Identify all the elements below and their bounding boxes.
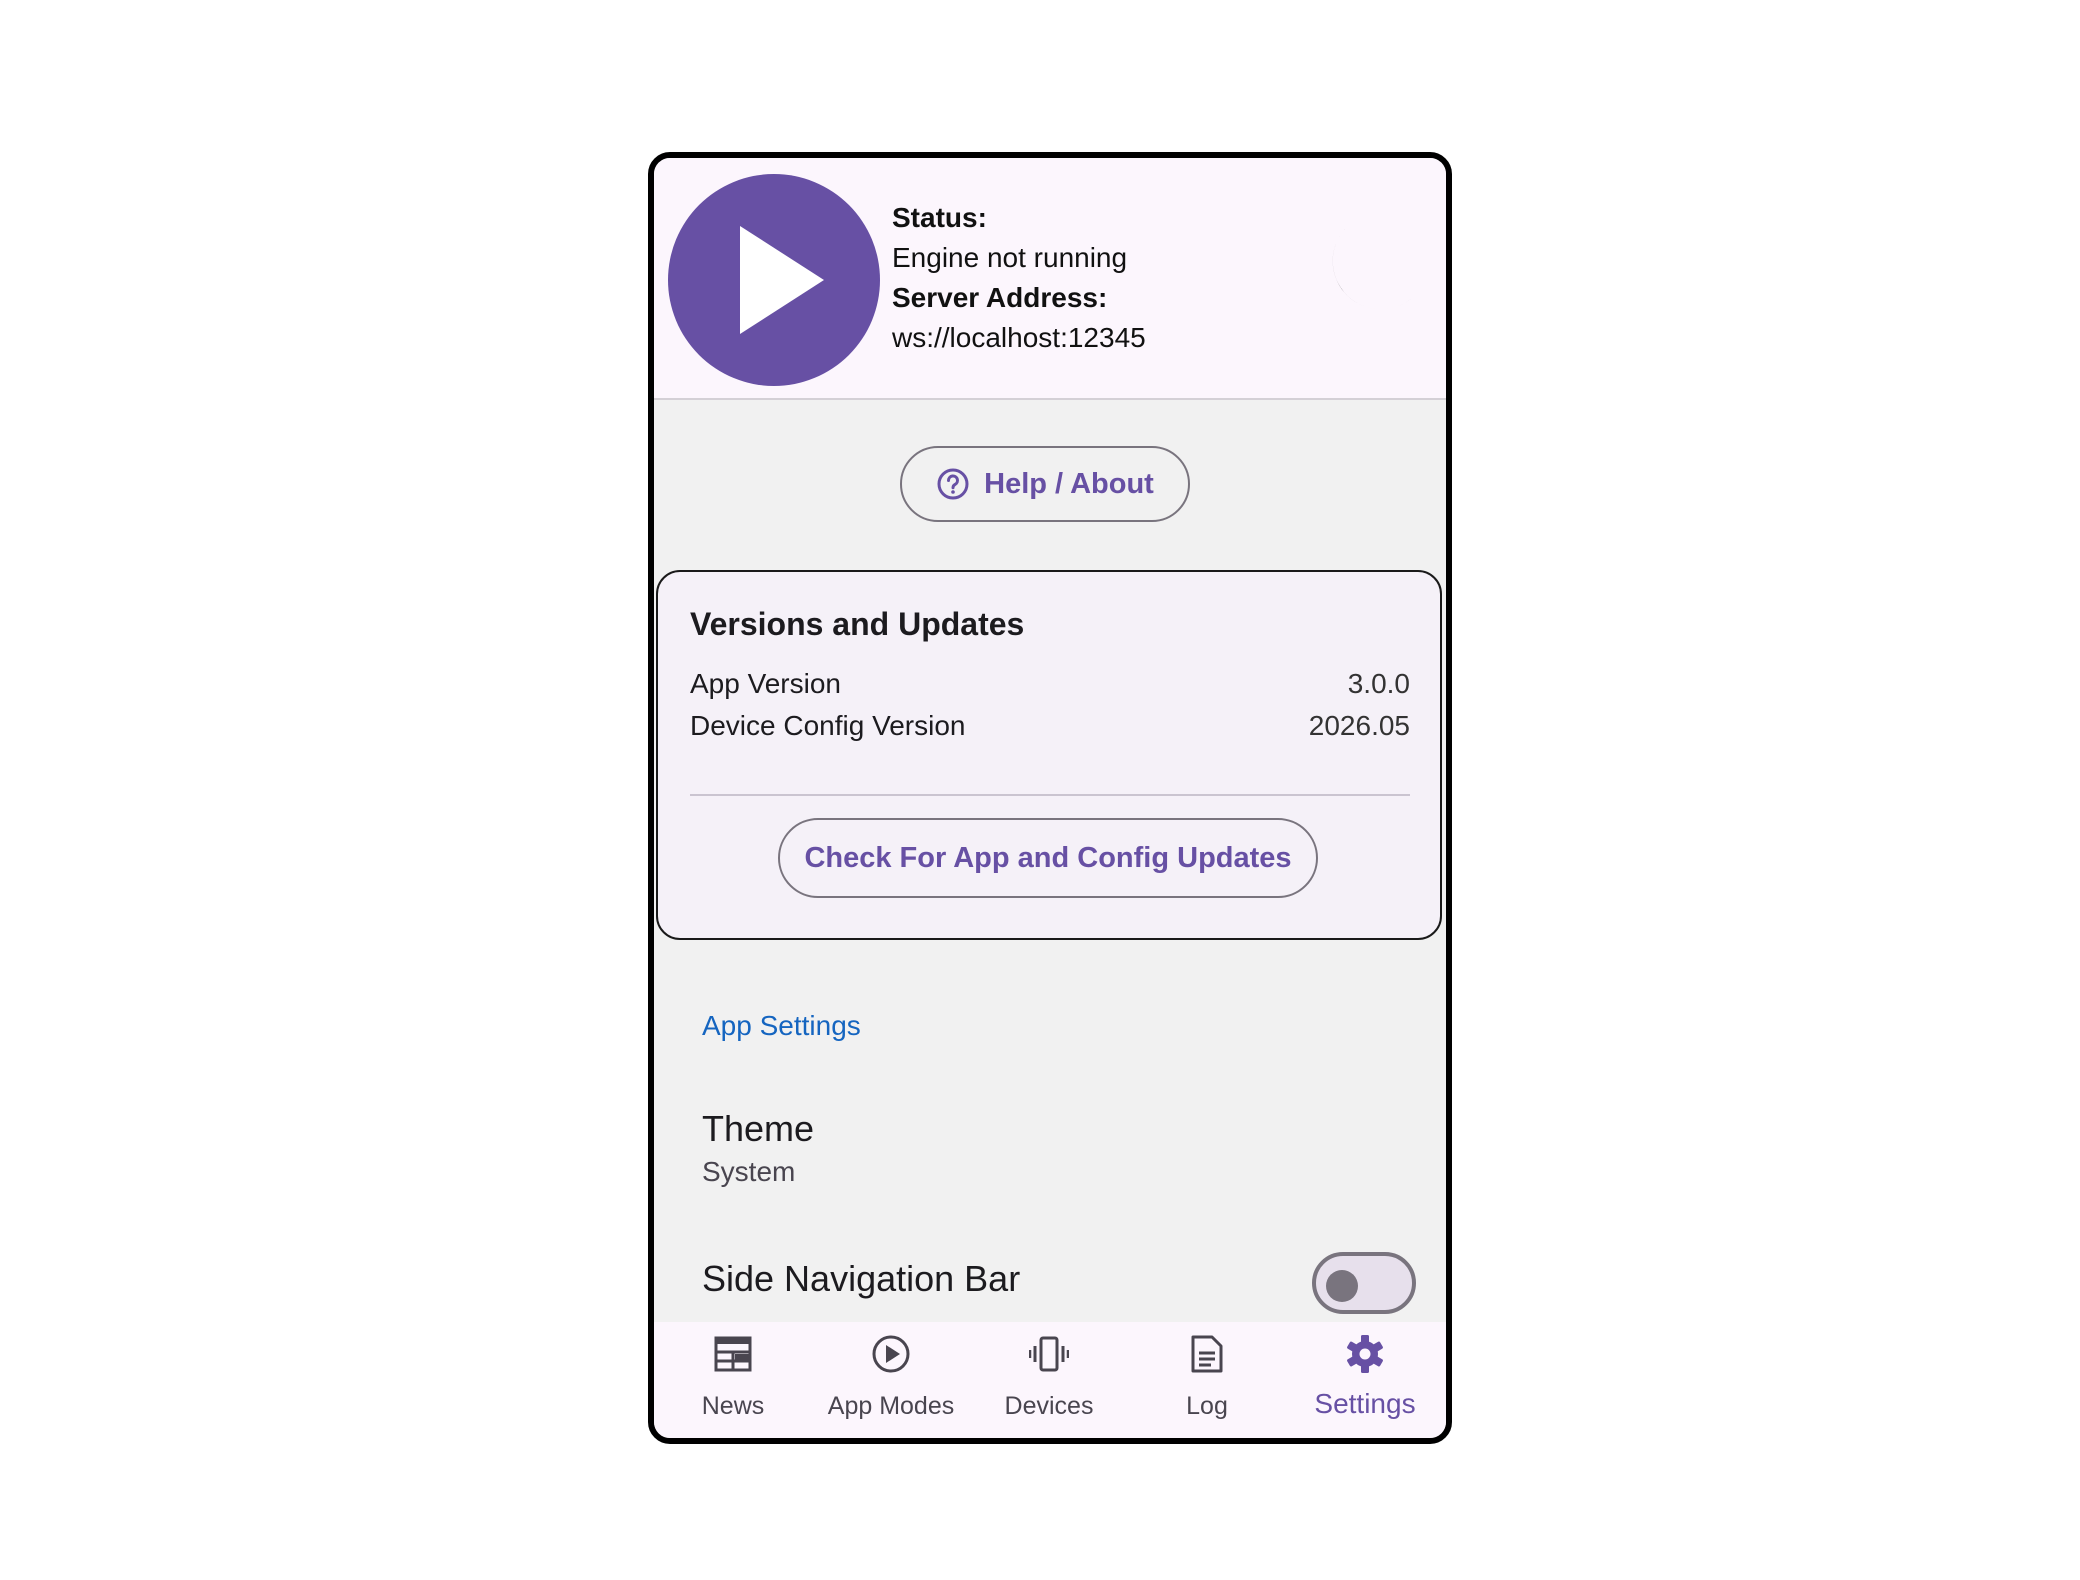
status-label: Status: — [892, 202, 987, 233]
config-version-label: Device Config Version — [690, 710, 966, 741]
toggle-knob — [1326, 1270, 1358, 1302]
nav-app-modes-label: App Modes — [827, 1392, 955, 1420]
nav-settings-label: Settings — [1314, 1388, 1416, 1419]
nav-news[interactable]: News — [654, 1322, 812, 1438]
side-nav-toggle[interactable] — [1312, 1252, 1416, 1314]
app-settings-section-title: App Settings — [702, 1010, 861, 1041]
nav-log-label: Log — [1186, 1392, 1228, 1420]
app-version-label: App Version — [690, 668, 841, 699]
app-version-row: App Version 3.0.0 — [690, 668, 1410, 700]
side-nav-title: Side Navigation Bar — [702, 1258, 1021, 1299]
config-version-value: 2026.05 — [1308, 710, 1410, 741]
help-circle-icon — [937, 468, 969, 500]
status-header: Status: Engine not running Server Addres… — [654, 158, 1446, 400]
nav-devices-label: Devices — [1004, 1392, 1094, 1420]
gear-icon — [1347, 1335, 1383, 1373]
status-value: Engine not running — [892, 242, 1128, 273]
start-engine-button[interactable] — [668, 174, 880, 386]
nav-settings[interactable]: Settings — [1286, 1322, 1444, 1438]
nav-log[interactable]: Log — [1128, 1322, 1286, 1438]
status-info: Status: Engine not running Server Addres… — [892, 198, 1146, 358]
help-about-button[interactable]: Help / About — [900, 446, 1190, 522]
nav-devices[interactable]: Devices — [970, 1322, 1128, 1438]
nav-news-label: News — [701, 1392, 765, 1420]
news-icon — [714, 1336, 752, 1372]
vibration-icon — [1029, 1336, 1069, 1372]
bottom-navigation: News App Modes Devices Log Settings — [654, 1322, 1446, 1438]
versions-title: Versions and Updates — [690, 606, 1025, 642]
server-address-value: ws://localhost:12345 — [892, 322, 1146, 353]
document-icon — [1191, 1335, 1223, 1373]
config-version-row: Device Config Version 2026.05 — [690, 710, 1410, 742]
help-about-label: Help / About — [984, 467, 1154, 500]
check-updates-button[interactable]: Check For App and Config Updates — [778, 818, 1318, 898]
versions-card: Versions and Updates App Version 3.0.0 D… — [656, 570, 1442, 940]
nav-app-modes[interactable]: App Modes — [812, 1322, 970, 1438]
app-window: Status: Engine not running Server Addres… — [648, 152, 1452, 1444]
app-version-value: 3.0.0 — [1347, 668, 1410, 699]
moon-icon[interactable] — [1302, 214, 1422, 334]
play-icon — [740, 226, 824, 334]
play-circle-icon — [872, 1335, 910, 1373]
server-address-label: Server Address: — [892, 282, 1108, 313]
theme-value: System — [702, 1156, 796, 1187]
card-divider — [690, 794, 1410, 796]
theme-title: Theme — [702, 1108, 815, 1149]
